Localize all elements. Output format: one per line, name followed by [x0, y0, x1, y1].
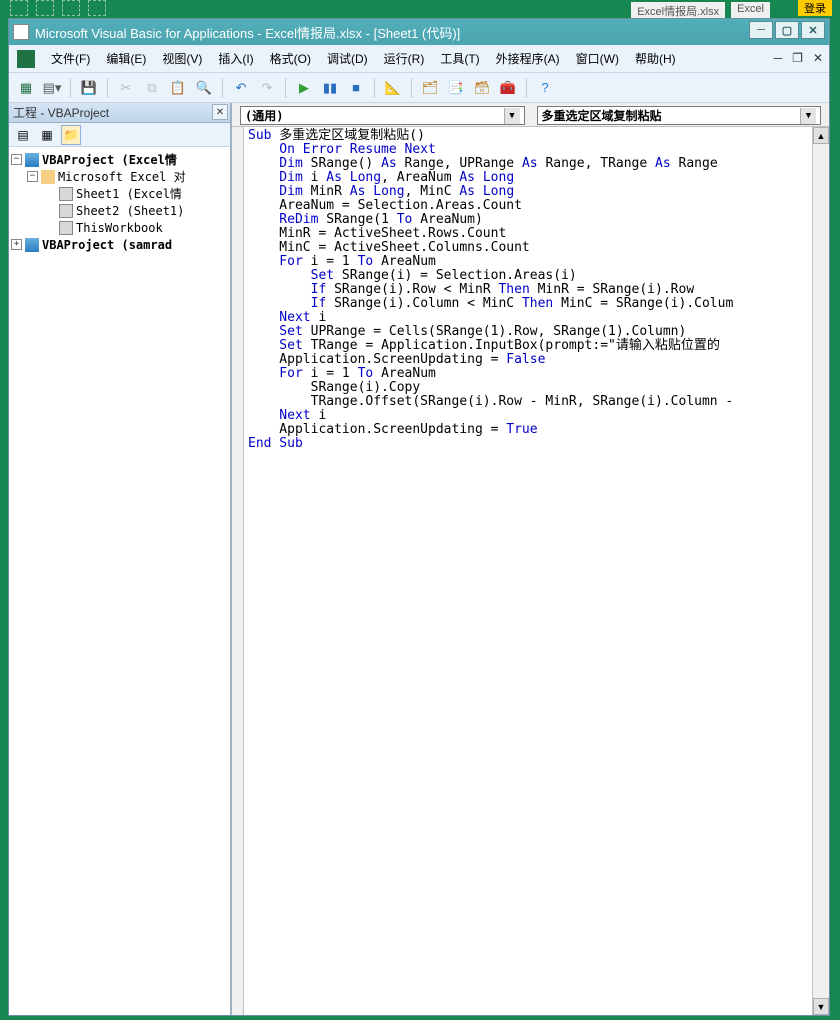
menu-edit[interactable]: 编辑(E): [102, 48, 150, 69]
qat-icon[interactable]: [36, 0, 54, 16]
redo-icon[interactable]: ↷: [256, 77, 278, 99]
standard-toolbar: ▦ ▤▾ 💾 ✂ ⧉ 📋 🔍 ↶ ↷ ▶ ▮▮ ■ 📐 🗂 📑 🗃 🧰 ?: [9, 73, 829, 103]
menu-addins[interactable]: 外接程序(A): [492, 48, 564, 69]
view-object-icon[interactable]: ▦: [37, 125, 57, 145]
tree-node[interactable]: VBAProject (samrad: [42, 238, 172, 252]
qat-icon[interactable]: [88, 0, 106, 16]
procedure-combo[interactable]: 多重选定区域复制粘贴 ▼: [537, 106, 822, 125]
tree-node[interactable]: ThisWorkbook: [76, 221, 163, 235]
project-toolbar: ▤ ▦ 📁: [9, 123, 230, 147]
help-icon[interactable]: ?: [534, 77, 556, 99]
worksheet-icon: [59, 204, 73, 218]
tree-node[interactable]: Sheet2 (Sheet1): [76, 204, 184, 218]
project-explorer-title[interactable]: 工程 - VBAProject ✕: [9, 103, 230, 123]
code-margin[interactable]: [232, 127, 244, 1015]
menu-debug[interactable]: 调试(D): [323, 48, 372, 69]
code-selector-row: (通用) ▼ 多重选定区域复制粘贴 ▼: [232, 103, 829, 127]
view-code-icon[interactable]: ▤: [13, 125, 33, 145]
procedure-combo-value: 多重选定区域复制粘贴: [542, 107, 662, 124]
properties-icon[interactable]: 📑: [445, 77, 467, 99]
object-browser-icon[interactable]: 🗃: [471, 77, 493, 99]
window-controls: ─ ▢ ✕: [749, 21, 825, 39]
menu-window[interactable]: 窗口(W): [572, 48, 623, 69]
code-editor[interactable]: Sub 多重选定区域复制粘贴() On Error Resume Next Di…: [244, 127, 812, 1015]
toolbox-icon[interactable]: 🧰: [497, 77, 519, 99]
close-button[interactable]: ✕: [801, 21, 825, 39]
menu-tools[interactable]: 工具(T): [436, 48, 483, 69]
copy-icon[interactable]: ⧉: [141, 77, 163, 99]
project-explorer: 工程 - VBAProject ✕ ▤ ▦ 📁 −VBAProject (Exc…: [9, 103, 231, 1015]
break-icon[interactable]: ▮▮: [319, 77, 341, 99]
excel-icon[interactable]: [17, 50, 35, 68]
cut-icon[interactable]: ✂: [115, 77, 137, 99]
tree-node[interactable]: VBAProject (Excel情: [42, 151, 177, 168]
tree-node[interactable]: Sheet1 (Excel情: [76, 185, 182, 202]
excel-ribbon-background: Excel情报局.xlsx Excel 登录: [0, 0, 840, 18]
login-button[interactable]: 登录: [798, 0, 832, 16]
scroll-thumb[interactable]: [813, 144, 829, 998]
window-title: Microsoft Visual Basic for Applications …: [35, 23, 460, 42]
expand-icon[interactable]: +: [11, 239, 22, 250]
menu-format[interactable]: 格式(O): [266, 48, 315, 69]
dropdown-arrow-icon[interactable]: ▼: [800, 108, 816, 124]
mdi-minimize-icon[interactable]: ─: [774, 51, 783, 65]
qat-icon[interactable]: [62, 0, 80, 16]
design-mode-icon[interactable]: 📐: [382, 77, 404, 99]
insert-module-icon[interactable]: ▤▾: [41, 77, 63, 99]
workbook-icon: [59, 221, 73, 235]
menu-file[interactable]: 文件(F): [47, 48, 94, 69]
menubar: 文件(F) 编辑(E) 视图(V) 插入(I) 格式(O) 调试(D) 运行(R…: [9, 45, 829, 73]
close-panel-button[interactable]: ✕: [212, 104, 228, 120]
mdi-restore-icon[interactable]: ❐: [792, 51, 803, 65]
folder-icon: [41, 170, 55, 184]
window-resize-edge[interactable]: [834, 18, 840, 1020]
menu-run[interactable]: 运行(R): [380, 48, 429, 69]
vba-app-icon: [13, 24, 29, 40]
maximize-button[interactable]: ▢: [775, 21, 799, 39]
menu-insert[interactable]: 插入(I): [214, 48, 257, 69]
find-icon[interactable]: 🔍: [193, 77, 215, 99]
toggle-folders-icon[interactable]: 📁: [61, 125, 81, 145]
reset-icon[interactable]: ■: [345, 77, 367, 99]
menu-help[interactable]: 帮助(H): [631, 48, 680, 69]
vbaproject-icon: [25, 238, 39, 252]
vbaproject-icon: [25, 153, 39, 167]
vertical-scrollbar[interactable]: ▲ ▼: [812, 127, 829, 1015]
project-tree[interactable]: −VBAProject (Excel情 −Microsoft Excel 对 S…: [9, 147, 230, 1015]
undo-icon[interactable]: ↶: [230, 77, 252, 99]
menu-view[interactable]: 视图(V): [158, 48, 206, 69]
view-excel-icon[interactable]: ▦: [15, 77, 37, 99]
project-title-text: 工程 - VBAProject: [13, 104, 109, 121]
object-combo[interactable]: (通用) ▼: [240, 106, 525, 125]
titlebar[interactable]: Microsoft Visual Basic for Applications …: [9, 19, 829, 45]
vba-editor-window: Microsoft Visual Basic for Applications …: [8, 18, 830, 1016]
run-icon[interactable]: ▶: [293, 77, 315, 99]
quick-access-toolbar: [10, 0, 106, 16]
tree-node[interactable]: Microsoft Excel 对: [58, 168, 186, 185]
scroll-up-icon[interactable]: ▲: [813, 127, 829, 144]
project-explorer-icon[interactable]: 🗂: [419, 77, 441, 99]
paste-icon[interactable]: 📋: [167, 77, 189, 99]
expand-icon[interactable]: −: [27, 171, 38, 182]
qat-icon[interactable]: [10, 0, 28, 16]
worksheet-icon: [59, 187, 73, 201]
object-combo-value: (通用): [245, 107, 283, 124]
expand-icon[interactable]: −: [11, 154, 22, 165]
dropdown-arrow-icon[interactable]: ▼: [504, 108, 520, 124]
minimize-button[interactable]: ─: [749, 21, 773, 39]
code-panel: (通用) ▼ 多重选定区域复制粘贴 ▼ Sub 多重选定区域复制粘贴() On …: [231, 103, 829, 1015]
mdi-close-icon[interactable]: ✕: [813, 51, 823, 65]
scroll-down-icon[interactable]: ▼: [813, 998, 829, 1015]
save-icon[interactable]: 💾: [78, 77, 100, 99]
